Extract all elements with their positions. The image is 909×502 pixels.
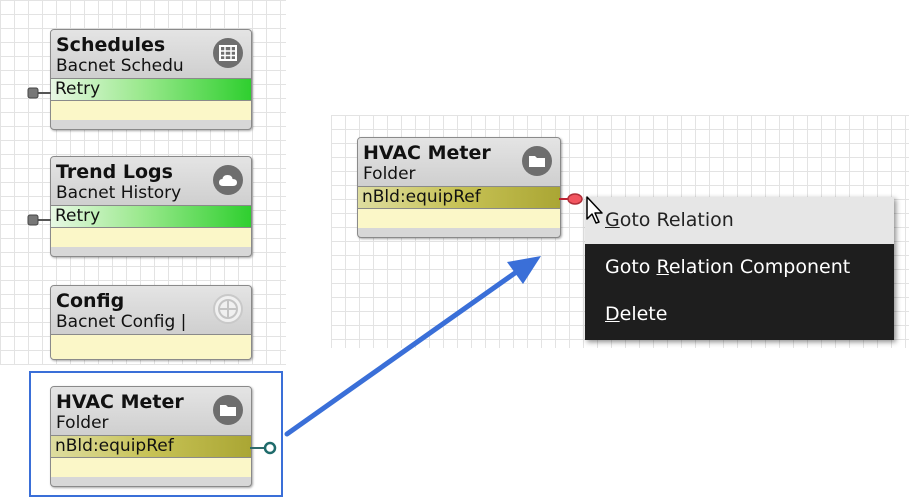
accelerator-key: G bbox=[605, 209, 620, 231]
mouse-cursor-icon bbox=[586, 196, 603, 224]
hvac-meter-card-right[interactable]: HVAC Meter Folder nBld:equipRef bbox=[357, 137, 561, 238]
menu-item-label: elation Component bbox=[668, 256, 851, 278]
card-subtitle: Folder bbox=[363, 164, 416, 184]
empty-slot bbox=[358, 208, 560, 228]
accelerator-key: D bbox=[605, 303, 620, 325]
menu-item-goto-relation-component[interactable]: Goto Relation Component bbox=[585, 244, 894, 291]
equipref-slot[interactable]: nBld:equipRef bbox=[358, 186, 560, 208]
menu-item-label: oto Relation bbox=[619, 209, 734, 231]
context-menu: Goto Relation Goto Relation Component De… bbox=[585, 197, 894, 340]
card-header: HVAC Meter Folder bbox=[358, 138, 560, 186]
menu-item-goto-relation[interactable]: Goto Relation bbox=[585, 197, 894, 244]
accelerator-key: R bbox=[656, 256, 669, 278]
relation-pin-icon[interactable] bbox=[559, 192, 585, 206]
menu-item-label-prefix: Goto bbox=[605, 256, 657, 278]
menu-item-delete[interactable]: Delete bbox=[585, 291, 894, 338]
menu-item-label: elete bbox=[619, 303, 668, 325]
folder-icon bbox=[522, 146, 552, 176]
